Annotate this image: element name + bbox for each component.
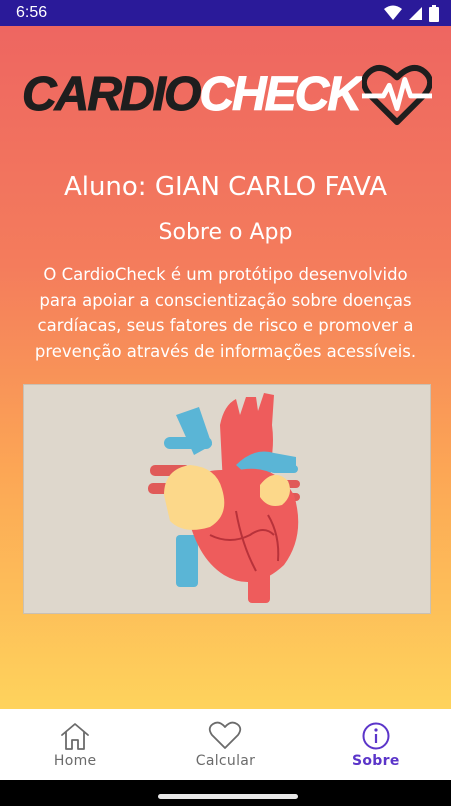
info-icon: [362, 722, 390, 749]
nav-sobre-label: Sobre: [352, 752, 400, 769]
heartbeat-icon: [362, 65, 432, 126]
logo-check: CHECK: [199, 68, 363, 121]
status-time: 6:56: [16, 4, 48, 21]
status-icons: [384, 4, 439, 22]
nav-calcular-label: Calcular: [195, 752, 256, 769]
about-description: O CardioCheck é um protótipo desenvolvid…: [34, 265, 417, 361]
nav-sobre[interactable]: Sobre: [301, 709, 451, 780]
heart-icon: [209, 721, 242, 749]
heart-illustration: [23, 384, 431, 614]
signal-icon: [409, 7, 422, 20]
nav-home-label: Home: [53, 752, 97, 769]
home-gesture-handle[interactable]: [158, 794, 298, 799]
status-bar: 6:56: [0, 0, 451, 26]
anatomical-heart-image: [148, 393, 300, 603]
logo-text: CARDIOCHECK: [21, 68, 363, 121]
about-title: Sobre o App: [158, 220, 293, 245]
app-logo: CARDIOCHECK: [21, 60, 432, 130]
student-name: Aluno: GIAN CARLO FAVA: [63, 172, 388, 202]
wifi-icon: [384, 5, 402, 20]
nav-calcular[interactable]: Calcular: [150, 709, 300, 780]
logo-cardio: CARDIO: [21, 68, 201, 121]
battery-icon: [429, 4, 439, 22]
home-icon: [61, 722, 90, 750]
about-screen: CARDIOCHECK Aluno: GIAN CARLO FAVA Sobre…: [0, 26, 451, 709]
bottom-navigation: Home Calcular Sobre: [0, 709, 451, 780]
gesture-bar: [0, 780, 451, 806]
nav-home[interactable]: Home: [0, 709, 150, 780]
